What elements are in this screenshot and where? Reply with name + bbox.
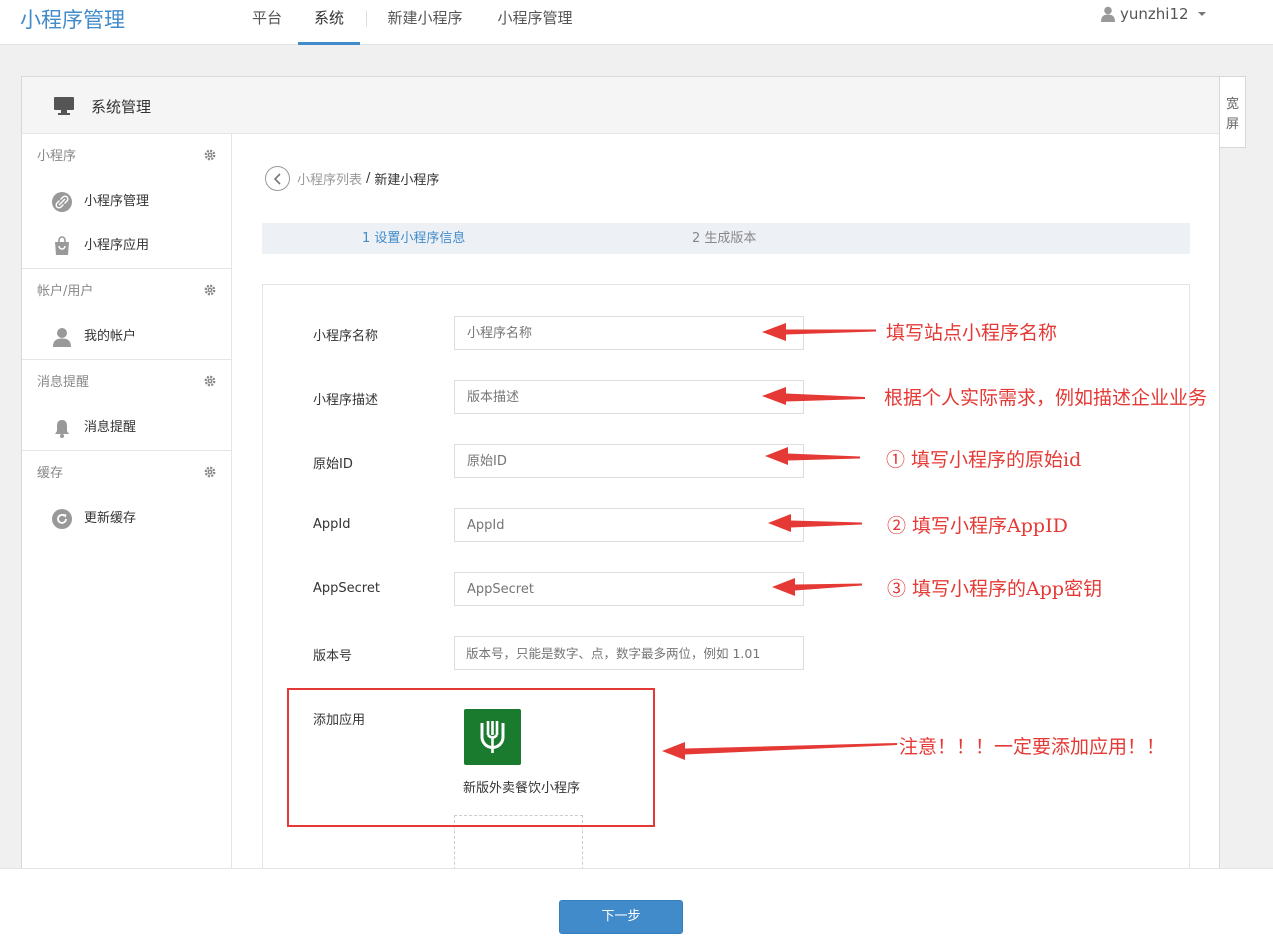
sidebar-group-title: 缓存 [37, 466, 64, 481]
field-label-appid: AppId [313, 517, 351, 532]
user-menu[interactable]: yunzhi12 [1101, 5, 1206, 23]
description-input[interactable] [454, 380, 804, 414]
username: yunzhi12 [1120, 5, 1189, 23]
annotation-appid: ② 填写小程序AppID [887, 515, 1068, 537]
monitor-icon [54, 97, 74, 115]
breadcrumb-separator: / [366, 171, 371, 186]
user-icon [1101, 6, 1115, 22]
nav-divider [366, 11, 367, 27]
step-generate-version: 2 生成版本 [692, 231, 757, 246]
sidebar-group-title: 小程序 [37, 149, 77, 164]
field-label-description: 小程序描述 [313, 393, 379, 408]
wizard-steps: 1 设置小程序信息 2 生成版本 [262, 223, 1190, 254]
field-label-name: 小程序名称 [313, 329, 379, 344]
sidebar-group-account: 帐户/用户 我的帐户 [22, 269, 231, 360]
sidebar: 小程序 小程序管理 小程序应用 帐户/用户 我的帐户 消息提醒 消息提醒 缓存 … [22, 134, 232, 887]
sidebar-item-miniprogram-manage[interactable]: 小程序管理 [22, 180, 231, 224]
appsecret-input[interactable] [454, 572, 804, 606]
appid-input[interactable] [454, 508, 804, 542]
sidebar-item-refresh-cache[interactable]: 更新缓存 [22, 497, 231, 541]
sidebar-item-label: 小程序应用 [84, 238, 150, 253]
nav-system[interactable]: 系统 [298, 0, 360, 45]
sidebar-item-label: 消息提醒 [84, 420, 137, 435]
gear-icon[interactable] [204, 466, 216, 478]
highlight-box [287, 688, 655, 827]
breadcrumb-parent-link[interactable]: 小程序列表 [297, 169, 362, 188]
bell-icon [55, 420, 69, 438]
annotation-appsecret: ③ 填写小程序的App密钥 [887, 578, 1103, 600]
link-icon [52, 192, 72, 212]
sidebar-group-title: 帐户/用户 [37, 284, 94, 299]
breadcrumb: 小程序列表 / 新建小程序 [265, 166, 439, 191]
field-label-appsecret: AppSecret [313, 581, 380, 596]
field-label-version: 版本号 [313, 649, 353, 664]
panel-title: 系统管理 [91, 98, 152, 116]
gear-icon[interactable] [204, 149, 216, 161]
nav-miniprogram-manage[interactable]: 小程序管理 [494, 0, 576, 45]
annotation-name: 填写站点小程序名称 [886, 322, 1058, 344]
panel-header: 系统管理 [22, 77, 1219, 134]
raw-id-input[interactable] [454, 444, 804, 478]
next-step-button[interactable]: 下一步 [559, 900, 683, 934]
wide-screen-label: 宽屏 [1225, 97, 1239, 132]
gear-icon[interactable] [204, 284, 216, 296]
breadcrumb-current: 新建小程序 [374, 173, 440, 188]
chevron-down-icon [1197, 12, 1206, 16]
sidebar-item-label: 我的帐户 [84, 329, 137, 344]
nav-platform[interactable]: 平台 [250, 0, 284, 45]
sidebar-group-miniprogram: 小程序 小程序管理 小程序应用 [22, 134, 231, 269]
field-label-raw-id: 原始ID [313, 457, 353, 472]
nav-new-miniprogram[interactable]: 新建小程序 [384, 0, 466, 45]
sidebar-item-miniprogram-apps[interactable]: 小程序应用 [22, 224, 231, 268]
user-icon [53, 328, 71, 347]
sidebar-item-label: 更新缓存 [84, 511, 137, 526]
annotation-raw-id: ① 填写小程序的原始id [886, 449, 1082, 471]
sidebar-item-label: 小程序管理 [84, 194, 150, 209]
annotation-description: 根据个人实际需求，例如描述企业业务 [884, 387, 1208, 409]
wide-screen-toggle[interactable]: 宽屏 [1220, 76, 1246, 148]
back-icon[interactable] [265, 166, 290, 191]
miniprogram-name-input[interactable] [454, 316, 804, 350]
step-set-info: 1 设置小程序信息 [362, 231, 466, 246]
bag-icon [55, 236, 69, 255]
refresh-icon [52, 509, 72, 529]
sidebar-group-title: 消息提醒 [37, 375, 90, 390]
gear-icon[interactable] [204, 375, 216, 387]
brand-title[interactable]: 小程序管理 [20, 6, 125, 34]
sidebar-item-my-account[interactable]: 我的帐户 [22, 315, 231, 359]
top-navbar: 小程序管理 平台 系统 新建小程序 小程序管理 yunzhi12 [0, 0, 1273, 45]
footer-bar: 下一步 [0, 868, 1273, 941]
sidebar-group-notifications: 消息提醒 消息提醒 [22, 360, 231, 451]
version-input[interactable] [454, 636, 804, 670]
annotation-notice: 注意！！！一定要添加应用！！ [899, 736, 1166, 758]
sidebar-group-cache: 缓存 更新缓存 [22, 451, 231, 541]
sidebar-item-notifications[interactable]: 消息提醒 [22, 406, 231, 450]
